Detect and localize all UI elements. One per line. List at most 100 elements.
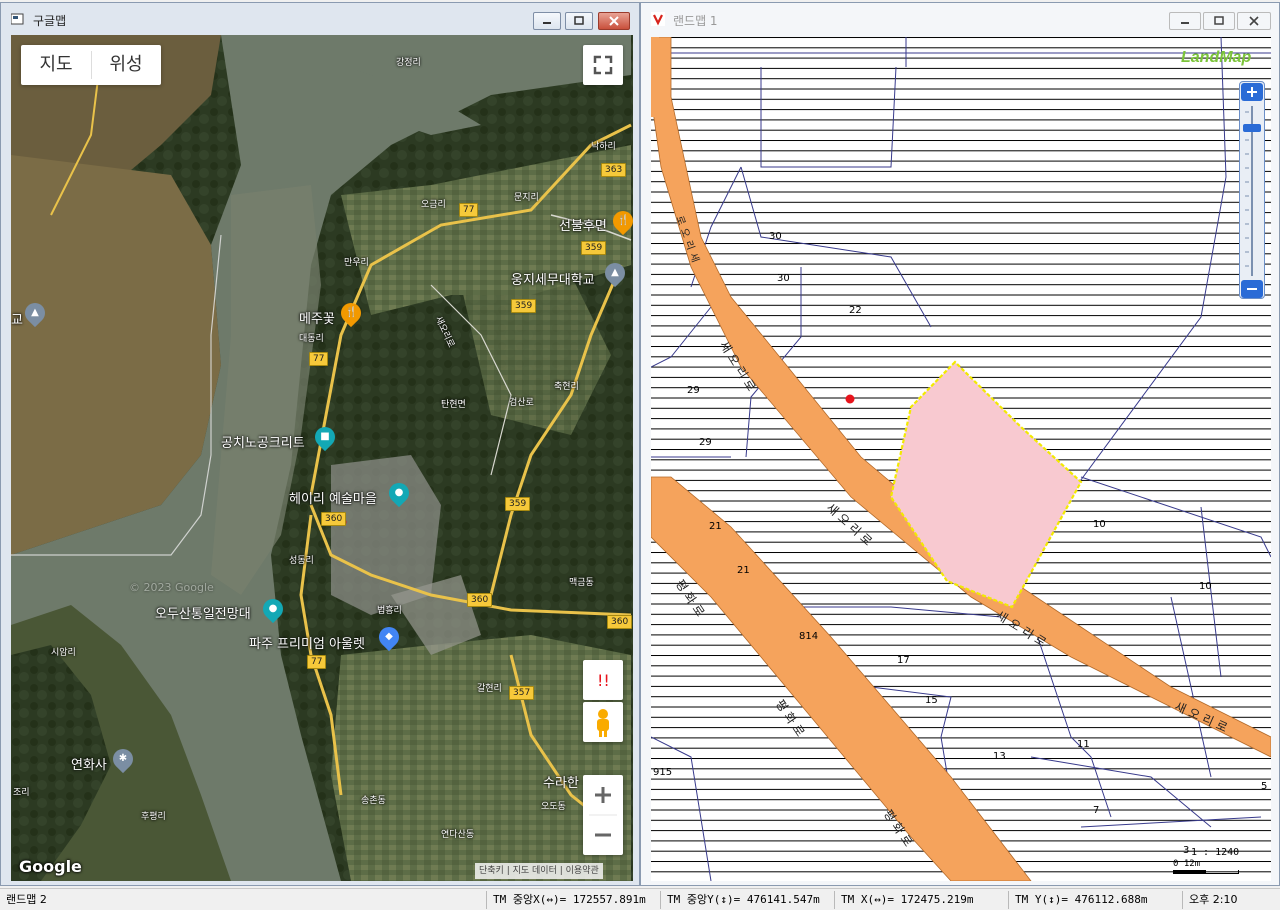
parcel-number: 10 bbox=[1093, 519, 1106, 530]
road-number-badge: 360 bbox=[467, 593, 493, 607]
place-label[interactable]: 수라한 bbox=[543, 772, 579, 791]
window-title: 랜드맵 1 bbox=[673, 14, 718, 28]
pegman-icon bbox=[597, 709, 609, 737]
minimize-button[interactable] bbox=[533, 12, 561, 30]
status-app-name: 랜드맵 2 bbox=[6, 893, 47, 906]
attribution-bar: 단축키 | 지도 데이터 | 이용약관 bbox=[475, 863, 603, 879]
svg-text:!!: !! bbox=[597, 671, 610, 690]
place-label[interactable]: 헤이리 예술마을 bbox=[289, 488, 377, 507]
landmap-titlebar[interactable]: 랜드맵 1 bbox=[641, 3, 1279, 35]
scale-bar-label: 0 12m bbox=[1173, 859, 1201, 869]
place-label[interactable]: 웅지세무대학교 bbox=[511, 269, 595, 288]
road-number-badge: 359 bbox=[581, 241, 607, 255]
parcel-number: 29 bbox=[687, 385, 700, 396]
road-number-badge: 357 bbox=[509, 686, 535, 700]
parcel-number: 915 bbox=[653, 767, 673, 778]
place-label: 맥금동 bbox=[569, 578, 594, 588]
place-label: 오도동 bbox=[541, 802, 566, 812]
parcel-number: 30 bbox=[777, 273, 790, 284]
scale-ratio: 1 : 1240 bbox=[1191, 847, 1240, 858]
place-label[interactable]: 연화사 bbox=[71, 754, 107, 773]
cadastral-map[interactable]: 30 30 22 29 29 21 21 10 10 814 17 15 13 … bbox=[651, 37, 1271, 881]
parcel-number: 21 bbox=[709, 521, 722, 532]
road-number-badge: 359 bbox=[511, 299, 537, 313]
parcel-number: 814 bbox=[799, 631, 819, 642]
parcel-number: 21 bbox=[737, 565, 750, 576]
google-map-window: 구글맵 지도 위성 강정리 낙하리 오금리 문지리 선불후면 만우리 웅지세무대… bbox=[0, 2, 640, 886]
parcel-number: 13 bbox=[993, 751, 1006, 762]
place-label[interactable]: 선불후면 bbox=[559, 215, 607, 234]
google-logo: Google bbox=[19, 857, 82, 876]
place-label[interactable]: 메주꽃 bbox=[299, 308, 335, 327]
road-label: 검산로 bbox=[509, 398, 534, 408]
road-number-badge: 360 bbox=[607, 615, 633, 629]
place-label: 대동리 bbox=[299, 334, 324, 344]
fullscreen-button[interactable] bbox=[583, 45, 623, 85]
place-label: 연다산동 bbox=[441, 830, 475, 840]
place-label: 법흥리 bbox=[377, 606, 402, 616]
place-label: 문지리 bbox=[514, 193, 539, 203]
parcel-number: 29 bbox=[699, 437, 712, 448]
parcel-number: 15 bbox=[925, 695, 938, 706]
tab-satellite[interactable]: 위성 bbox=[91, 45, 161, 85]
place-label: 교 bbox=[11, 313, 23, 328]
place-label: 탄현면 bbox=[441, 400, 466, 410]
parcel-number: 5 bbox=[1261, 781, 1268, 792]
road-number-badge: 77 bbox=[309, 352, 329, 366]
minimize-button[interactable] bbox=[1169, 12, 1201, 30]
map-type-control: 지도 위성 bbox=[21, 45, 161, 85]
landmap-app-icon bbox=[651, 12, 665, 26]
road-number-badge: 363 bbox=[601, 163, 627, 177]
maximize-icon bbox=[574, 16, 584, 25]
tm-center-x: TM 중앙X(↔)= 172557.891m bbox=[486, 891, 658, 909]
map-data-link[interactable]: 지도 데이터 bbox=[513, 866, 557, 876]
place-label: 송촌동 bbox=[361, 796, 386, 806]
close-icon bbox=[1249, 16, 1259, 26]
place-label[interactable]: 파주 프리미엄 아울렛 bbox=[249, 633, 365, 652]
maximize-button[interactable] bbox=[565, 12, 593, 30]
minimize-icon bbox=[1181, 22, 1189, 24]
place-label[interactable]: 공치노공크리트 bbox=[221, 432, 305, 451]
warning-icon: !! bbox=[597, 671, 610, 690]
parcel-number: 7 bbox=[1093, 805, 1100, 816]
satellite-map[interactable]: 지도 위성 강정리 낙하리 오금리 문지리 선불후면 만우리 웅지세무대학교 메… bbox=[11, 35, 633, 881]
terms-link[interactable]: 이용약관 bbox=[566, 866, 599, 876]
alert-button[interactable]: !! bbox=[583, 660, 623, 700]
parcel-number: 17 bbox=[897, 655, 910, 666]
street-view-button[interactable] bbox=[583, 702, 623, 742]
place-label: 강정리 bbox=[396, 58, 421, 68]
zoom-out-icon[interactable] bbox=[583, 815, 623, 855]
parcel-number: 3 bbox=[1183, 845, 1190, 856]
close-button[interactable] bbox=[1237, 12, 1271, 30]
place-label: 후평리 bbox=[141, 812, 166, 822]
place-label: 시암리 bbox=[51, 648, 76, 658]
window-title: 구글맵 bbox=[33, 14, 67, 28]
place-label: 오금리 bbox=[421, 200, 446, 210]
landmap-logo: LandMap bbox=[1181, 49, 1252, 66]
road-number-badge: 77 bbox=[307, 655, 327, 669]
place-label: 낙하리 bbox=[591, 142, 616, 152]
scale-bar: 0 12m bbox=[1173, 859, 1241, 875]
place-label: 성동리 bbox=[289, 556, 314, 566]
landmap-window: 랜드맵 1 30 30 22 29 29 21 21 10 10 814 17 … bbox=[640, 2, 1280, 886]
tm-center-y: TM 중앙Y(↕)= 476141.547m bbox=[660, 891, 832, 909]
clock: 오후 2:10 bbox=[1182, 891, 1280, 909]
zoom-slider[interactable] bbox=[1239, 81, 1265, 299]
place-label[interactable]: 오두산통일전망대 bbox=[155, 603, 251, 622]
road-number-badge: 359 bbox=[505, 497, 531, 511]
zoom-control bbox=[583, 775, 623, 855]
close-button[interactable] bbox=[598, 12, 630, 30]
maximize-button[interactable] bbox=[1203, 12, 1235, 30]
tab-map[interactable]: 지도 bbox=[21, 45, 91, 85]
google-map-titlebar[interactable]: 구글맵 bbox=[1, 3, 639, 35]
tm-x: TM X(↔)= 172475.219m bbox=[834, 891, 1006, 909]
parcel-number: 30 bbox=[769, 231, 782, 242]
place-label: 축현리 bbox=[554, 382, 579, 392]
watermark: © 2023 Google bbox=[129, 581, 214, 594]
status-bar: 랜드맵 2 TM 중앙X(↔)= 172557.891m TM 중앙Y(↕)= … bbox=[0, 888, 1280, 910]
cadastral-drawing bbox=[651, 37, 1271, 881]
tm-y: TM Y(↕)= 476112.688m bbox=[1008, 891, 1180, 909]
keyboard-shortcuts-link[interactable]: 단축키 bbox=[479, 866, 504, 876]
zoom-slider-thumb bbox=[1243, 124, 1261, 132]
fullscreen-icon bbox=[593, 55, 613, 75]
